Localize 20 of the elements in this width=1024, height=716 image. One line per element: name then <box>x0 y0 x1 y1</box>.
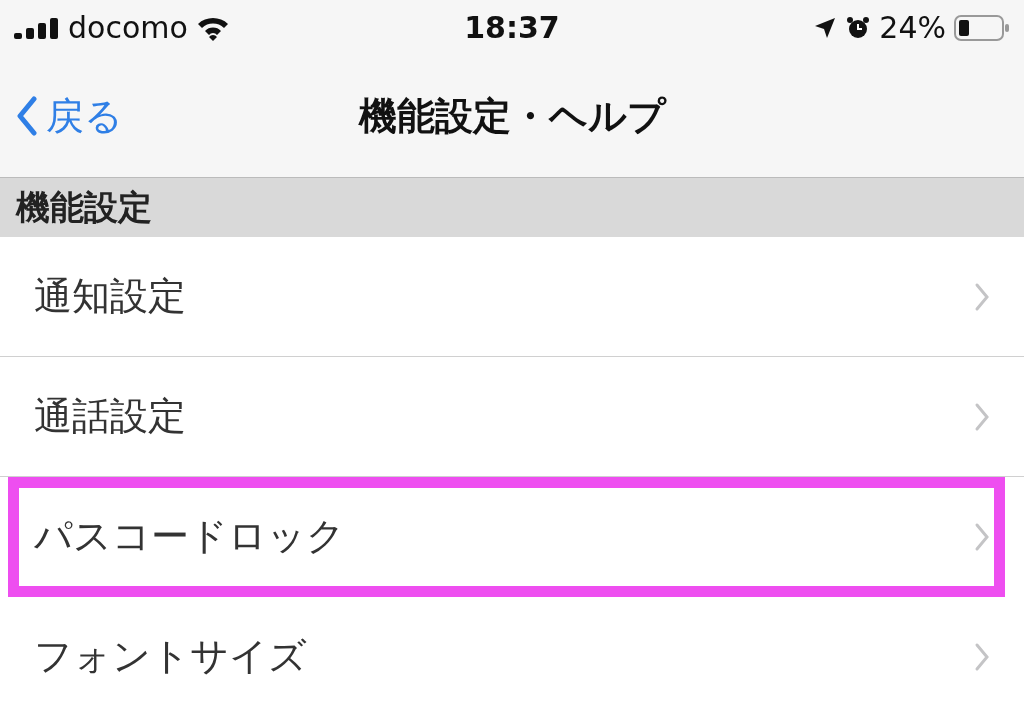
highlighted-settings-row[interactable]: パスコードロック <box>8 477 1005 597</box>
clock-time: 18:37 <box>464 10 560 45</box>
signal-icon <box>14 16 60 39</box>
back-button[interactable]: 戻る <box>0 90 123 142</box>
location-arrow-icon <box>813 15 838 40</box>
chevron-icon <box>974 641 990 672</box>
alarm-clock-icon <box>845 14 872 41</box>
chevron-icon <box>974 521 990 552</box>
screen-title: 機能設定・ヘルプ <box>358 92 666 140</box>
row-label: 通話設定 <box>34 393 186 440</box>
row-label: フォントサイズ <box>34 633 307 680</box>
section-header: 機能設定 <box>16 185 152 229</box>
row-label: パスコードロック <box>34 513 345 560</box>
chevron-icon <box>974 401 990 432</box>
carrier-name: docomo <box>68 10 188 45</box>
chevron-icon <box>974 281 990 312</box>
back-chevron-icon <box>16 96 38 136</box>
row-label: 通知設定 <box>34 273 186 320</box>
battery-percent: 24% <box>879 10 946 45</box>
battery-icon <box>954 14 1010 41</box>
